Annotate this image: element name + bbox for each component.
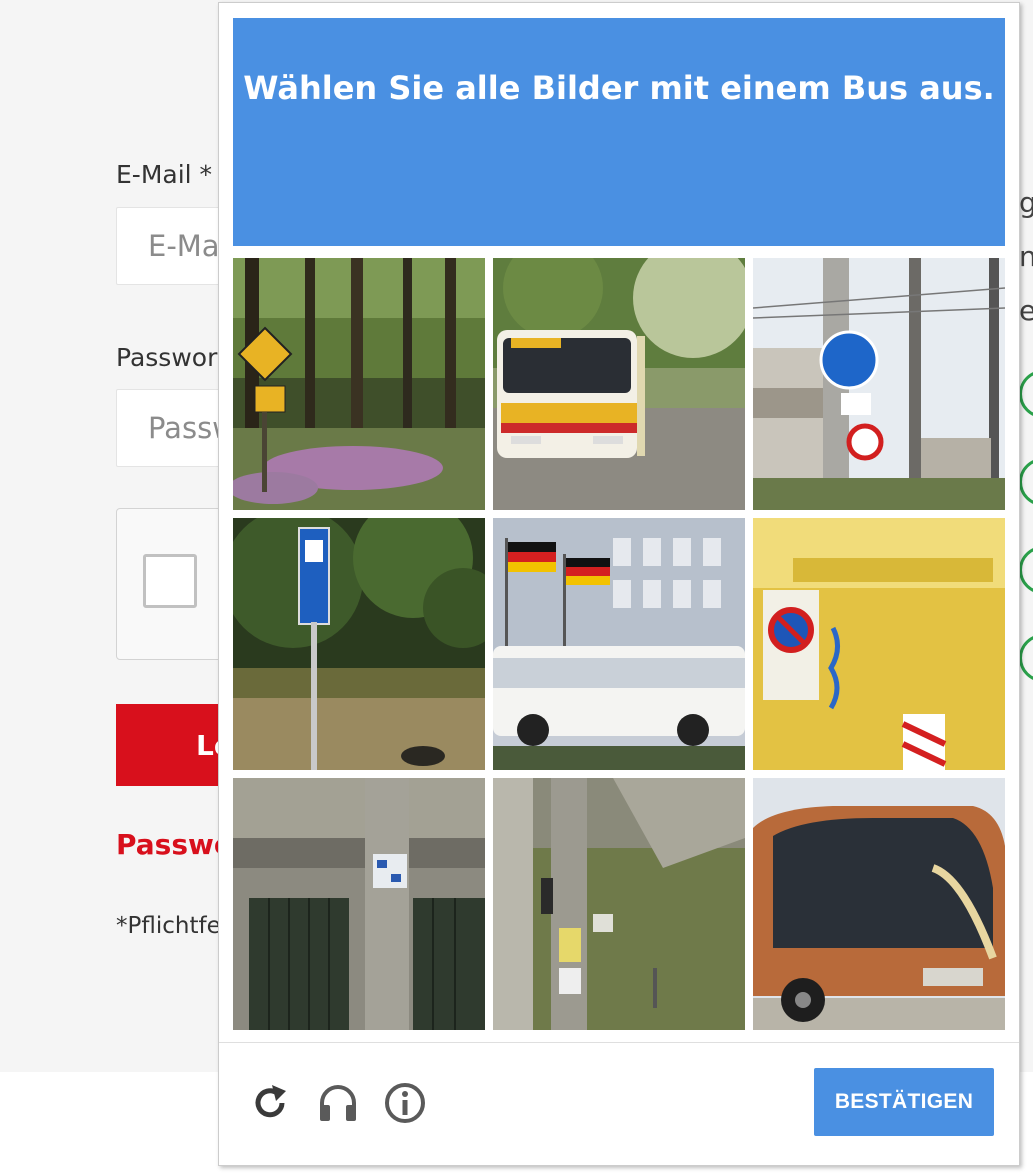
tile-bus-stop-sign-image — [233, 518, 485, 770]
check-circle-icon — [1019, 546, 1033, 594]
check-circle-icon — [1019, 634, 1033, 682]
side-text-fragment: e — [1019, 294, 1033, 327]
recaptcha-checkbox[interactable] — [143, 554, 197, 608]
image-tile[interactable] — [493, 518, 745, 770]
image-tile[interactable] — [233, 778, 485, 1030]
email-label: E-Mail * — [116, 160, 213, 189]
info-icon[interactable] — [383, 1081, 427, 1125]
verify-button[interactable]: BESTÄTIGEN — [814, 1068, 994, 1136]
captcha-challenge: Wählen Sie alle Bilder mit einem Bus aus… — [218, 2, 1020, 1166]
challenge-instruction: Wählen Sie alle Bilder mit einem Bus aus… — [233, 18, 1005, 246]
tile-utility-pole-image — [493, 778, 745, 1030]
instruction-prefix: Wählen Sie alle Bilder mit einem — [243, 69, 842, 107]
tile-street-signs-image — [753, 258, 1005, 510]
tile-concrete-pole-image — [233, 778, 485, 1030]
image-tile[interactable] — [493, 778, 745, 1030]
instruction-keyword: Bus — [841, 69, 909, 107]
tile-coach-bus-image — [493, 258, 745, 510]
image-tile[interactable] — [233, 258, 485, 510]
side-text-fragment: n — [1019, 240, 1033, 273]
instruction-suffix: aus. — [908, 69, 995, 107]
reload-icon[interactable] — [248, 1081, 292, 1125]
challenge-footer: BESTÄTIGEN — [219, 1042, 1019, 1166]
image-tile[interactable] — [493, 258, 745, 510]
tile-forest-image — [233, 258, 485, 510]
image-tile[interactable] — [753, 258, 1005, 510]
image-tile[interactable] — [753, 778, 1005, 1030]
tile-bus-with-flags-image — [493, 518, 745, 770]
image-tile[interactable] — [753, 518, 1005, 770]
side-text-fragment: g — [1019, 186, 1033, 219]
tile-yellow-container-image — [753, 518, 1005, 770]
image-grid — [233, 258, 1005, 1030]
image-tile[interactable] — [233, 518, 485, 770]
tile-orange-bus-image — [753, 778, 1005, 1030]
check-circle-icon — [1019, 370, 1033, 418]
check-circle-icon — [1019, 458, 1033, 506]
headphones-icon[interactable] — [316, 1081, 360, 1125]
